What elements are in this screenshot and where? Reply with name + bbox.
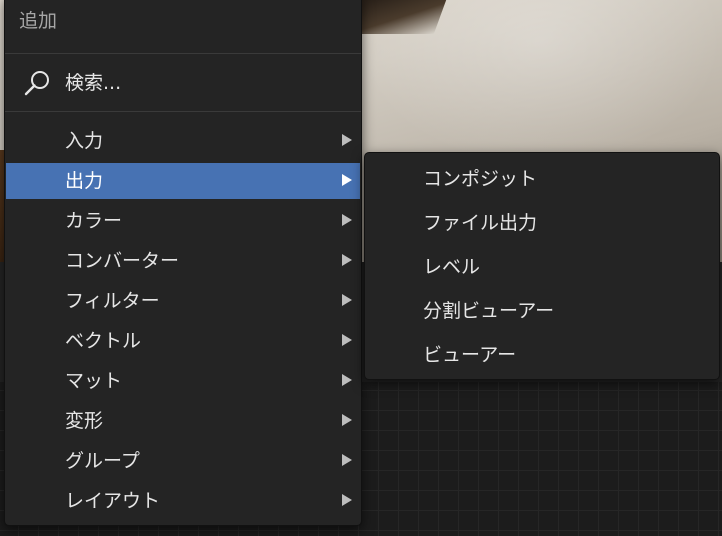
triangle-right-icon xyxy=(342,454,352,466)
submenu-item-viewer[interactable]: ビューアー xyxy=(365,335,719,375)
menu-item-label: カラー xyxy=(65,210,123,232)
triangle-right-icon xyxy=(342,214,352,226)
stage: 追加 検索... 入力 出力 カラー コンバーター フィルター ベクトル マット… xyxy=(0,0,722,536)
menu-title: 追加 xyxy=(19,10,58,32)
submenu-item-composite[interactable]: コンポジット xyxy=(365,159,719,199)
add-menu: 追加 検索... 入力 出力 カラー コンバーター フィルター ベクトル マット… xyxy=(4,0,362,526)
submenu-item-file-output[interactable]: ファイル出力 xyxy=(365,203,719,243)
search-menu-item[interactable]: 検索... xyxy=(5,65,361,101)
submenu-item-label: ビューアー xyxy=(423,344,517,366)
menu-item-group[interactable]: グループ xyxy=(6,443,360,479)
triangle-right-icon xyxy=(342,254,352,266)
menu-item-output[interactable]: 出力 xyxy=(6,163,360,199)
triangle-right-icon xyxy=(342,174,352,186)
menu-item-filter[interactable]: フィルター xyxy=(6,283,360,319)
menu-item-label: マット xyxy=(65,370,123,392)
menu-item-layout[interactable]: レイアウト xyxy=(6,483,360,519)
menu-item-input[interactable]: 入力 xyxy=(6,123,360,159)
triangle-right-icon xyxy=(342,494,352,506)
submenu-item-label: コンポジット xyxy=(423,168,538,190)
submenu-item-label: ファイル出力 xyxy=(423,212,538,234)
search-icon xyxy=(24,71,49,96)
submenu-item-levels[interactable]: レベル xyxy=(365,247,719,287)
submenu-item-split-viewer[interactable]: 分割ビューアー xyxy=(365,291,719,331)
triangle-right-icon xyxy=(342,374,352,386)
menu-item-matte[interactable]: マット xyxy=(6,363,360,399)
search-label: 検索... xyxy=(65,72,122,94)
menu-divider xyxy=(5,111,361,112)
triangle-right-icon xyxy=(342,294,352,306)
menu-item-color[interactable]: カラー xyxy=(6,203,360,239)
menu-item-label: コンバーター xyxy=(65,250,180,272)
menu-item-vector[interactable]: ベクトル xyxy=(6,323,360,359)
submenu-item-label: レベル xyxy=(423,256,481,278)
triangle-right-icon xyxy=(342,414,352,426)
triangle-right-icon xyxy=(342,334,352,346)
menu-item-label: 入力 xyxy=(65,130,104,152)
menu-item-label: ベクトル xyxy=(65,330,142,352)
menu-item-converter[interactable]: コンバーター xyxy=(6,243,360,279)
triangle-right-icon xyxy=(342,134,352,146)
menu-item-label: グループ xyxy=(65,450,140,472)
menu-item-label: レイアウト xyxy=(65,490,161,512)
submenu-item-label: 分割ビューアー xyxy=(423,300,555,322)
menu-divider xyxy=(5,53,361,54)
menu-item-label: 出力 xyxy=(65,170,104,192)
menu-item-label: フィルター xyxy=(65,290,160,312)
menu-item-label: 変形 xyxy=(65,410,104,432)
menu-item-distort[interactable]: 変形 xyxy=(6,403,360,439)
output-submenu: コンポジット ファイル出力 レベル 分割ビューアー ビューアー xyxy=(364,152,720,380)
